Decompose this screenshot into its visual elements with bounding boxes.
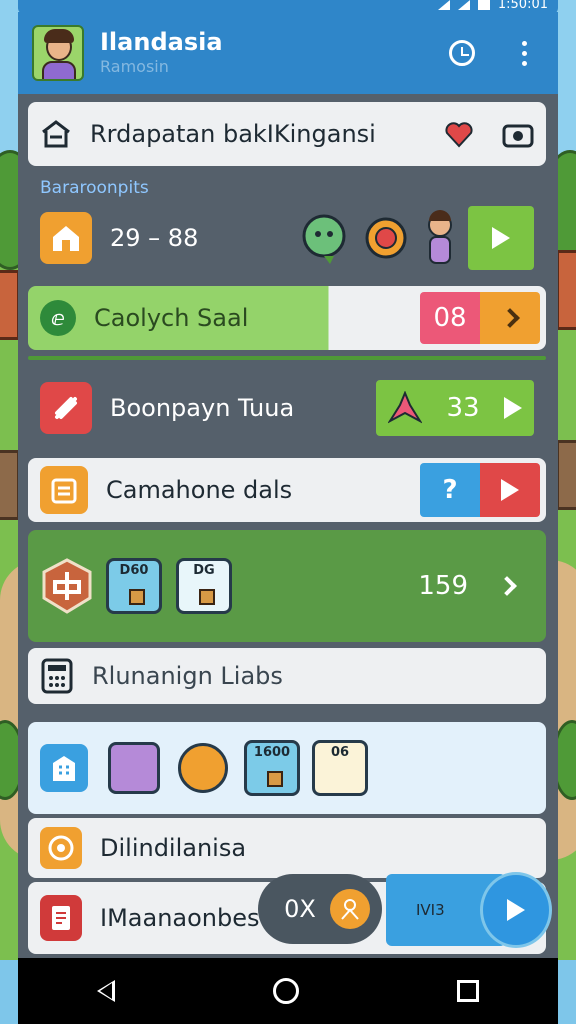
leaf-icon: ⅇ [40,300,76,336]
dark-card-action[interactable]: 33 [376,380,534,436]
light-card[interactable]: Camahone dals ? [28,458,546,522]
dark-card-badge: 33 [446,393,480,423]
green-panel-count: 159 [418,571,468,601]
header-card-label: Rrdapatan bakIKingansi [90,120,376,148]
score-row[interactable]: 29 – 88 [28,202,546,274]
house-icon [40,212,92,264]
more-vert-icon [521,40,527,66]
home-outline-icon [42,120,70,148]
clock-icon [449,40,475,66]
play-fab[interactable] [480,872,552,948]
history-button[interactable] [442,33,482,73]
system-nav-bar [18,958,558,1024]
tile-label: 06 [330,745,350,760]
green-card[interactable]: ⅇ Caolych Saal 08 [28,286,546,350]
green-panel-tile-1[interactable]: D60 [106,558,162,614]
score-label: 29 – 88 [110,224,199,252]
chevron-right-icon [500,308,520,328]
villager-icon [428,210,452,264]
recents-icon[interactable] [457,980,479,1002]
floating-blue-label: IVI3 [416,901,445,919]
avatar[interactable] [32,25,84,81]
building-icon [40,744,88,792]
tiles-panel-tile-2[interactable]: 06 [312,740,368,796]
rocket-icon [40,382,92,434]
divider [28,356,546,360]
clipboard-icon [40,466,88,514]
app-title: Ilandasia [100,28,223,56]
shield-tile[interactable] [178,743,228,793]
dark-card-label: Boonpayn Tuua [110,394,295,422]
light-card-play-button[interactable] [480,463,540,517]
floating-pill-label: 0X [284,895,316,923]
orange-card[interactable]: Dilindilanisa [28,818,546,878]
green-card-badge: 08 [420,292,480,344]
section-label: Bararoonpits [40,178,149,198]
back-icon[interactable] [97,980,115,1002]
help-icon: ? [442,475,458,505]
orange-card-label: Dilindilanisa [100,834,247,862]
dark-card[interactable]: Boonpayn Tuua 33 [28,376,546,440]
camera-icon[interactable] [502,120,534,148]
home-icon[interactable] [273,978,299,1004]
green-card-next-button[interactable] [480,292,540,344]
green-panel-tile-2[interactable]: DG [176,558,232,614]
green-panel[interactable]: D60 DG 159 [28,530,546,642]
header-card[interactable]: Rrdapatan bakIKingansi [28,102,546,166]
tile-label: 1600 [253,745,291,760]
light-card-label: Camahone dals [106,476,293,504]
floating-pill[interactable]: 0X [258,874,382,944]
status-time: 1:50:01 [497,0,548,12]
signal-icon [437,0,450,10]
play-icon [503,397,522,419]
document-icon [40,895,82,941]
gray-card-label: Rlunanign Liabs [92,662,283,690]
app-screen: Ilandasia Ramosin Rrdapatan bakIKingansi… [18,12,558,958]
wifi-icon [457,0,470,10]
tiles-panel[interactable]: 1600 06 [28,722,546,814]
battery-icon [477,0,490,10]
play-icon [492,227,510,249]
play-icon [501,479,519,501]
play-icon [507,899,525,921]
app-subtitle: Ramosin [100,57,169,76]
calculator-icon [41,658,73,694]
green-card-label: Caolych Saal [94,304,249,332]
bag-tile[interactable] [108,742,160,794]
heart-icon[interactable] [444,120,474,148]
shield-emblem-icon [42,558,92,614]
tiles-panel-tile-1[interactable]: 1600 [244,740,300,796]
chevron-right-icon[interactable] [497,576,517,596]
star-icon [388,391,423,424]
globe-character-icon [302,214,346,264]
tile-label: D60 [119,563,149,578]
help-button[interactable]: ? [420,463,480,517]
medal-icon [365,217,407,259]
app-bar: Ilandasia Ramosin [18,12,558,94]
tile-label: DG [193,563,215,578]
person-icon[interactable] [330,889,370,929]
overflow-menu-button[interactable] [504,33,544,73]
target-icon [40,827,82,869]
play-score-button[interactable] [468,206,534,270]
gray-card[interactable]: Rlunanign Liabs [28,648,546,704]
